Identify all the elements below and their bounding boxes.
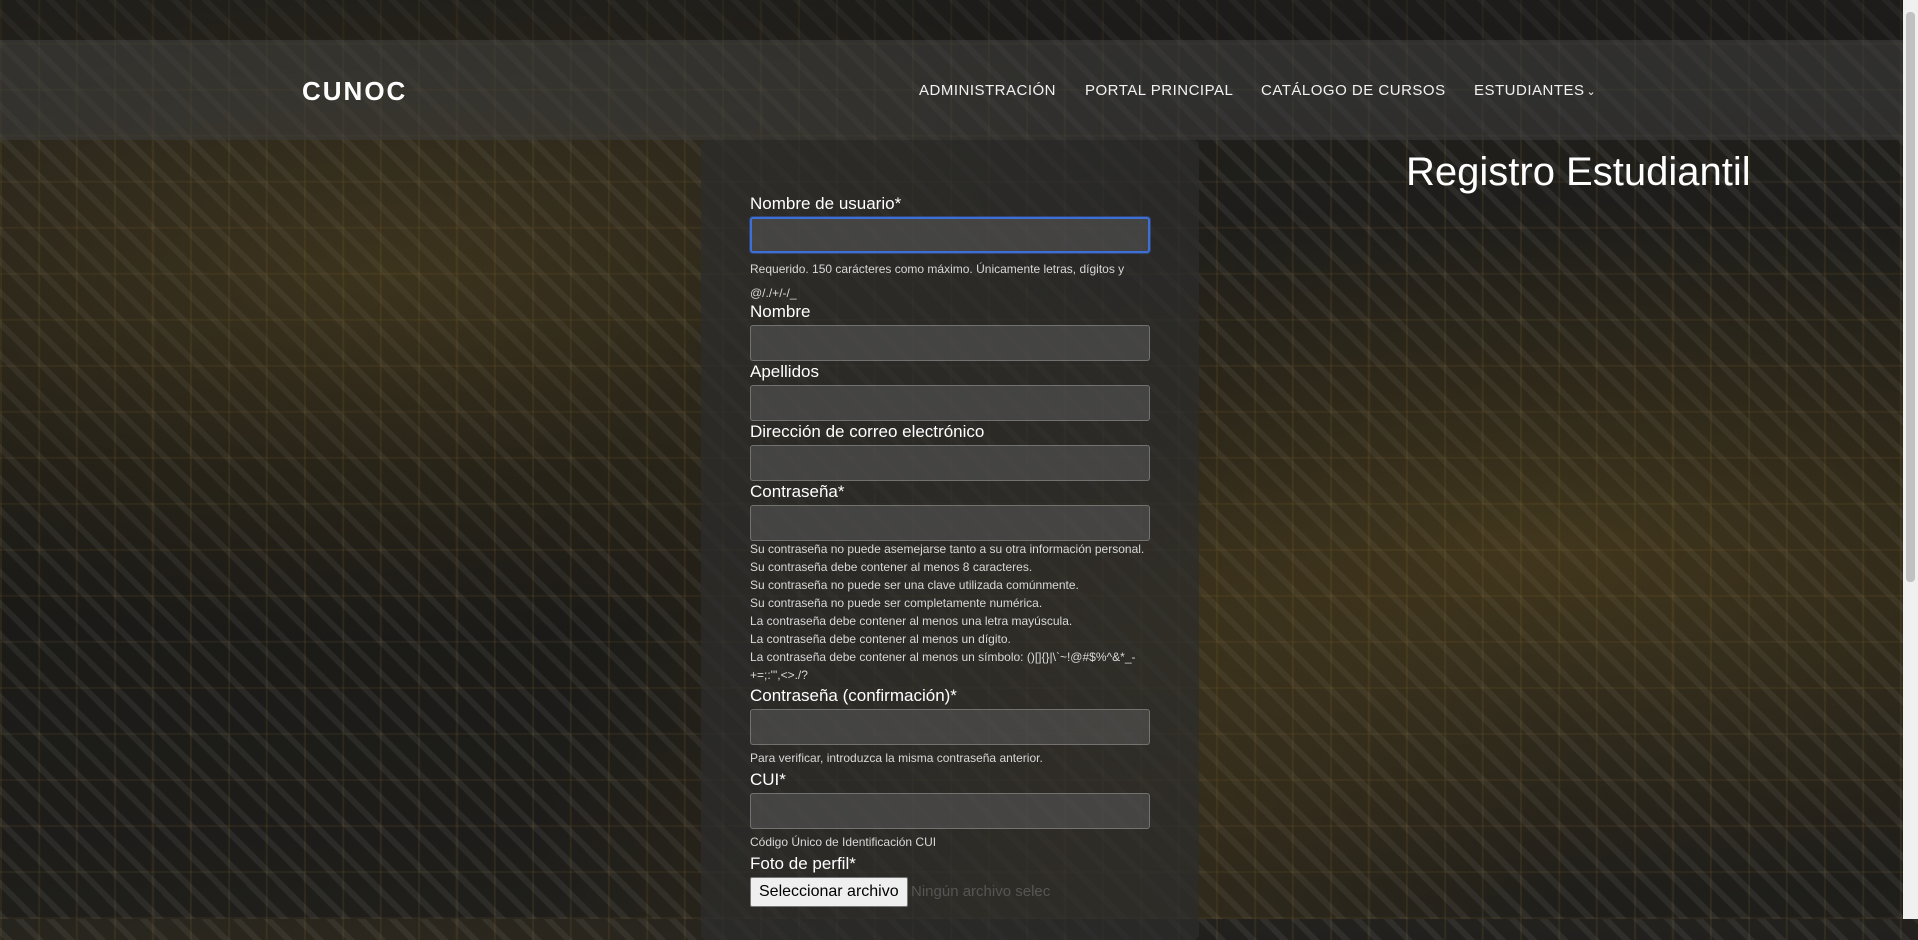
nav-estudiantes-label: ESTUDIANTES (1474, 82, 1585, 99)
first-name-input[interactable] (750, 325, 1150, 361)
password-help: Su contraseña no puede asemejarse tanto … (750, 540, 1150, 684)
registration-form: Nombre de usuario* Requerido. 150 caráct… (701, 140, 1199, 940)
photo-label: Foto de perfil* (750, 854, 856, 873)
cui-input[interactable] (750, 793, 1150, 829)
password-help-line: La contraseña debe contener al menos un … (750, 632, 1011, 646)
nav-catalogo-cursos[interactable]: CATÁLOGO DE CURSOS (1261, 82, 1446, 99)
page-title: Registro Estudiantil (1406, 150, 1751, 194)
cui-help: Código Único de Identificación CUI (750, 835, 937, 849)
password-input[interactable] (750, 505, 1150, 541)
password-help-line: Su contraseña no puede asemejarse tanto … (750, 542, 1145, 556)
nav-administracion[interactable]: ADMINISTRACIÓN (919, 82, 1056, 99)
file-status: Ningún archivo selec (911, 883, 1051, 900)
cui-label: CUI* (750, 770, 786, 789)
username-help: Requerido. 150 carácteres como máximo. Ú… (750, 262, 1125, 300)
chevron-down-icon: ⌄ (1586, 86, 1597, 98)
password-label: Contraseña* (750, 482, 845, 501)
password-help-line: La contraseña debe contener al menos una… (750, 614, 1073, 628)
select-file-button[interactable]: Seleccionar archivo (750, 877, 908, 907)
nav-portal-principal[interactable]: PORTAL PRINCIPAL (1085, 82, 1233, 99)
nav-estudiantes[interactable]: ESTUDIANTES ⌄ (1474, 82, 1596, 99)
top-strip (0, 0, 1918, 40)
password-confirm-label: Contraseña (confirmación)* (750, 686, 957, 705)
password-help-line: Su contraseña no puede ser completamente… (750, 596, 1043, 610)
first-name-label: Nombre (750, 302, 811, 321)
page-scrollbar[interactable] (1903, 0, 1918, 919)
password-confirm-help: Para verificar, introduzca la misma cont… (750, 751, 1043, 765)
password-confirm-input[interactable] (750, 709, 1150, 745)
last-name-input[interactable] (750, 385, 1150, 421)
password-help-line: Su contraseña debe contener al menos 8 c… (750, 560, 1033, 574)
brand-logo[interactable]: CUNOC (302, 76, 407, 107)
email-input[interactable] (750, 445, 1150, 481)
username-label: Nombre de usuario* (750, 194, 902, 213)
password-help-line: La contraseña debe contener al menos un … (750, 650, 1136, 682)
username-input[interactable] (750, 217, 1150, 253)
scrollbar-thumb[interactable] (1906, 12, 1915, 582)
last-name-label: Apellidos (750, 362, 819, 381)
navbar: CUNOC ADMINISTRACIÓN PORTAL PRINCIPAL CA… (0, 40, 1918, 140)
password-help-line: Su contraseña no puede ser una clave uti… (750, 578, 1079, 592)
email-label: Dirección de correo electrónico (750, 422, 985, 441)
